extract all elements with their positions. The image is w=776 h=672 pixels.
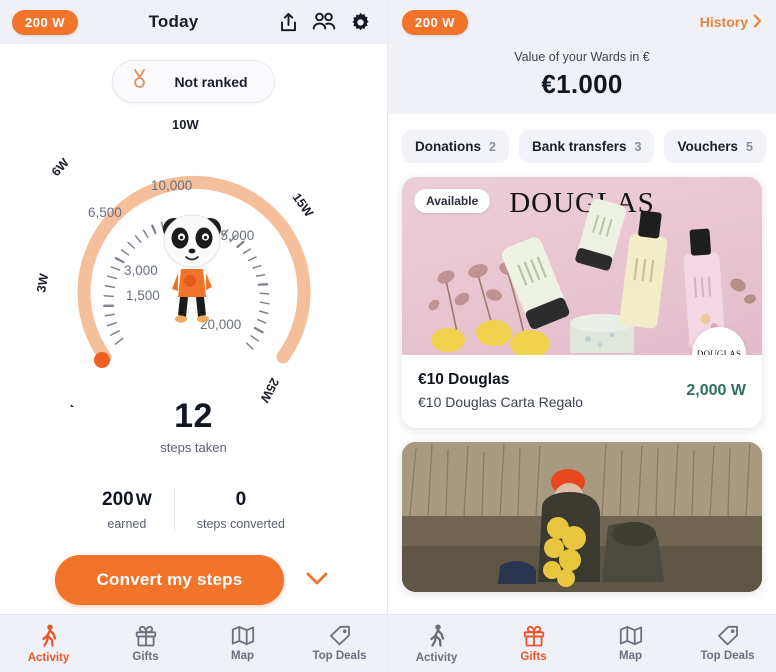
voucher-image-douglas: Available DOUGLAS DOUGLAS	[402, 177, 762, 355]
map-icon	[231, 625, 255, 646]
tag-icon	[716, 625, 739, 646]
rank-section: Not ranked	[0, 60, 387, 103]
nav-label-activity: Activity	[27, 651, 70, 664]
stat-converted: 0 steps converted	[173, 489, 307, 531]
nav-label-activity-right: Activity	[415, 651, 458, 664]
bottom-nav-left: Activity Gifts Map Top Deals	[0, 614, 387, 672]
wallet-value: Value of your Wards in € €1.000	[388, 44, 776, 100]
nav-label-map-right: Map	[619, 650, 642, 662]
gauge-ward-tick-6w: 6W	[49, 156, 72, 179]
nav-item-activity[interactable]: Activity	[0, 624, 97, 664]
chevron-down-icon[interactable]	[302, 568, 332, 593]
tab-donations[interactable]: Donations 2	[402, 130, 509, 163]
status-badge: Available	[414, 189, 491, 213]
stat-earned-unit: W	[135, 490, 152, 509]
nav-label-top-deals: Top Deals	[312, 650, 367, 662]
wallet-amount: €1.000	[541, 69, 623, 99]
gifts-header: 200 W History	[388, 0, 776, 44]
gauge-ward-tick-10w: 10W	[172, 117, 199, 132]
tag-icon	[328, 625, 351, 646]
gauge-ward-tick-1w: 1W	[60, 403, 81, 407]
history-label: History	[699, 14, 748, 30]
ward-balance-pill-right[interactable]: 200 W	[402, 9, 468, 35]
convert-steps-button[interactable]: Convert my steps	[54, 555, 285, 605]
gauge-step-label-10000: 10,000	[151, 178, 192, 193]
nav-item-map-right[interactable]: Map	[582, 625, 679, 662]
gifts-panel: 200 W History Value of your Wards in € €1…	[388, 0, 776, 672]
voucher-text-block: €10 Douglas €10 Douglas Carta Regalo	[418, 371, 583, 410]
ward-symbol-right: W	[442, 14, 455, 30]
tab-donations-count: 2	[489, 139, 496, 154]
ward-balance-value: 200	[25, 14, 49, 30]
nav-item-gifts[interactable]: Gifts	[97, 625, 194, 663]
nav-item-activity-right[interactable]: Activity	[388, 624, 485, 664]
friends-icon[interactable]	[312, 12, 336, 32]
activity-header: 200 W Today	[0, 0, 387, 44]
stat-earned-label: earned	[107, 517, 147, 531]
header-actions	[279, 12, 375, 33]
outdoor-photo-illustration	[402, 442, 762, 592]
voucher-card-outdoor[interactable]	[402, 442, 762, 592]
nav-item-top-deals-right[interactable]: Top Deals	[679, 625, 776, 662]
chevron-right-icon	[753, 13, 762, 31]
medal-icon	[131, 68, 148, 95]
gauge-step-label-6500: 6,500	[88, 205, 122, 220]
gear-icon[interactable]	[350, 12, 371, 33]
bottom-nav-right: Activity Gifts Map Top Deals	[388, 614, 776, 672]
nav-label-gifts-right: Gifts	[520, 650, 547, 663]
stat-converted-label: steps converted	[196, 517, 285, 531]
gauge-start-marker	[94, 352, 110, 368]
gauge-ward-tick-3w: 3W	[34, 272, 51, 293]
ward-symbol: W	[52, 14, 65, 30]
walking-icon	[427, 624, 447, 648]
ward-balance-pill[interactable]: 200 W	[12, 9, 78, 35]
wallet-header-block: 200 W History Value of your Wards in € €1…	[388, 0, 776, 114]
steps-taken-caption: steps taken	[160, 440, 227, 455]
activity-panel: 200 W Today Not ranked 3W 6W 10W 15W 25W…	[0, 0, 388, 672]
nav-label-top-deals-right: Top Deals	[700, 650, 755, 662]
rank-label: Not ranked	[174, 73, 248, 90]
voucher-card-body: €10 Douglas €10 Douglas Carta Regalo 2,0…	[402, 355, 762, 428]
stats-row: 200 W earned 0 steps converted	[0, 489, 387, 531]
gauge-ward-tick-15w: 15W	[290, 191, 317, 220]
outdoor-photo	[402, 442, 762, 592]
history-link[interactable]: History	[699, 13, 762, 31]
tab-bank-transfers-count: 3	[634, 139, 642, 154]
tab-bank-transfers-label: Bank transfers	[531, 139, 627, 154]
nav-item-gifts-right[interactable]: Gifts	[485, 625, 582, 663]
voucher-list: Available DOUGLAS DOUGLAS €10 Douglas €1…	[388, 173, 776, 592]
page-title: Today	[148, 12, 199, 31]
gauge-ward-tick-25w: 25W	[257, 376, 282, 405]
wallet-caption: Value of your Wards in €	[514, 50, 650, 64]
tab-vouchers-label: Vouchers	[677, 139, 738, 154]
tab-donations-label: Donations	[415, 139, 481, 154]
tab-vouchers[interactable]: Vouchers 5	[664, 130, 766, 163]
stat-earned-value: 200	[102, 489, 134, 510]
voucher-subtitle: €10 Douglas Carta Regalo	[418, 394, 583, 410]
nav-label-gifts: Gifts	[132, 650, 159, 663]
nav-item-map[interactable]: Map	[194, 625, 291, 662]
share-icon[interactable]	[279, 12, 298, 33]
nav-label-map: Map	[231, 650, 254, 662]
voucher-title: €10 Douglas	[418, 371, 510, 388]
stat-earned: 200 W earned	[80, 489, 174, 531]
app-root: 200 W Today Not ranked 3W 6W 10W 15W 25W…	[0, 0, 776, 672]
gift-icon	[135, 625, 157, 647]
map-icon	[619, 625, 643, 646]
rank-badge[interactable]: Not ranked	[112, 60, 275, 103]
walking-icon	[39, 624, 59, 648]
stat-converted-value: 0	[235, 489, 247, 510]
gift-icon	[523, 625, 545, 647]
tab-vouchers-count: 5	[745, 139, 753, 154]
tab-bank-transfers[interactable]: Bank transfers 3	[518, 130, 655, 163]
steps-gauge: 1W 3W 6W 10W 15W 25W 1,500 3,000 6,500 1…	[0, 107, 387, 407]
category-tabs: Donations 2 Bank transfers 3 Vouchers 5	[388, 114, 776, 173]
ward-balance-value-right: 200	[415, 14, 439, 30]
nav-item-top-deals[interactable]: Top Deals	[291, 625, 387, 662]
panda-mascot	[163, 214, 221, 323]
voucher-price: 2,000 W	[686, 381, 746, 399]
convert-row: Convert my steps	[0, 555, 387, 605]
voucher-card-douglas[interactable]: Available DOUGLAS DOUGLAS €10 Douglas €1…	[402, 177, 762, 428]
